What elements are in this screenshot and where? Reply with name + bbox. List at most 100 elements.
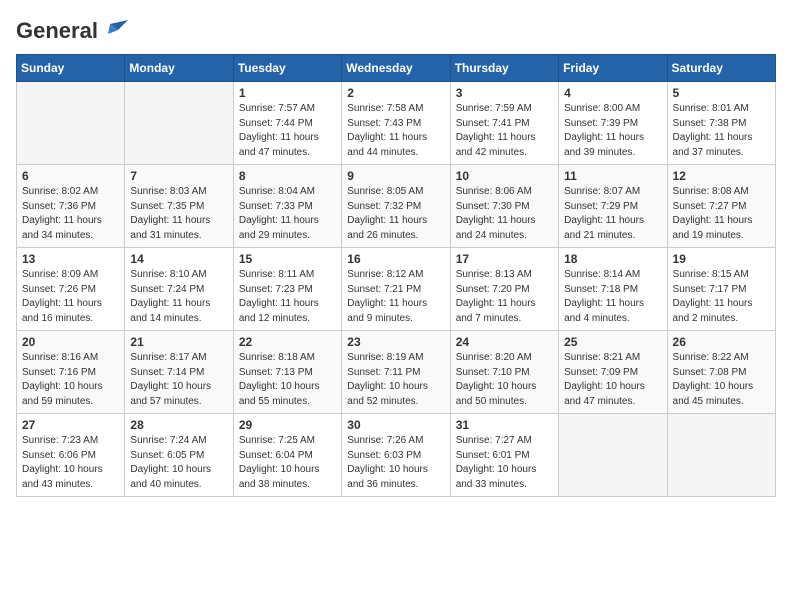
calendar-cell: 28 Sunrise: 7:24 AM Sunset: 6:05 PM Dayli… (125, 414, 233, 497)
day-info: Sunrise: 8:04 AM Sunset: 7:33 PM Dayligh… (239, 185, 336, 243)
column-header-saturday: Saturday (667, 55, 775, 82)
day-number: 20 (22, 335, 119, 349)
calendar-week-4: 20 Sunrise: 8:16 AM Sunset: 7:16 PM Dayli… (17, 331, 776, 414)
day-info: Sunrise: 7:23 AM Sunset: 6:06 PM Dayligh… (22, 434, 119, 492)
day-number: 15 (239, 252, 336, 266)
calendar-cell: 9 Sunrise: 8:05 AM Sunset: 7:32 PM Daylig… (342, 165, 450, 248)
day-number: 26 (673, 335, 770, 349)
day-info: Sunrise: 8:19 AM Sunset: 7:11 PM Dayligh… (347, 351, 444, 409)
calendar-cell: 20 Sunrise: 8:16 AM Sunset: 7:16 PM Dayli… (17, 331, 125, 414)
day-info: Sunrise: 8:02 AM Sunset: 7:36 PM Dayligh… (22, 185, 119, 243)
day-info: Sunrise: 8:06 AM Sunset: 7:30 PM Dayligh… (456, 185, 553, 243)
calendar-cell: 1Sunrise: 7:57 AM Sunset: 7:44 PM Daylig… (233, 82, 341, 165)
day-info: Sunrise: 8:07 AM Sunset: 7:29 PM Dayligh… (564, 185, 661, 243)
calendar-cell (125, 82, 233, 165)
calendar-cell: 3 Sunrise: 7:59 AM Sunset: 7:41 PM Daylig… (450, 82, 558, 165)
column-header-thursday: Thursday (450, 55, 558, 82)
calendar-cell: 12 Sunrise: 8:08 AM Sunset: 7:27 PM Dayli… (667, 165, 775, 248)
day-info: Sunrise: 8:08 AM Sunset: 7:27 PM Dayligh… (673, 185, 770, 243)
calendar-cell: 27 Sunrise: 7:23 AM Sunset: 6:06 PM Dayli… (17, 414, 125, 497)
calendar-cell: 23 Sunrise: 8:19 AM Sunset: 7:11 PM Dayli… (342, 331, 450, 414)
day-info: Sunrise: 7:58 AM Sunset: 7:43 PM Dayligh… (347, 102, 444, 160)
calendar-cell: 8 Sunrise: 8:04 AM Sunset: 7:33 PM Daylig… (233, 165, 341, 248)
column-header-friday: Friday (559, 55, 667, 82)
logo-general: General (16, 18, 98, 44)
day-number: 23 (347, 335, 444, 349)
day-number: 22 (239, 335, 336, 349)
day-number: 13 (22, 252, 119, 266)
calendar-cell: 30 Sunrise: 7:26 AM Sunset: 6:03 PM Dayli… (342, 414, 450, 497)
calendar-week-2: 6 Sunrise: 8:02 AM Sunset: 7:36 PM Daylig… (17, 165, 776, 248)
logo: General (16, 16, 130, 42)
calendar-cell: 6 Sunrise: 8:02 AM Sunset: 7:36 PM Daylig… (17, 165, 125, 248)
calendar-header-row: SundayMondayTuesdayWednesdayThursdayFrid… (17, 55, 776, 82)
column-header-tuesday: Tuesday (233, 55, 341, 82)
day-info: Sunrise: 8:00 AM Sunset: 7:39 PM Dayligh… (564, 102, 661, 160)
calendar-cell: 24Sunrise: 8:20 AM Sunset: 7:10 PM Dayli… (450, 331, 558, 414)
calendar-week-5: 27 Sunrise: 7:23 AM Sunset: 6:06 PM Dayli… (17, 414, 776, 497)
calendar-cell: 2 Sunrise: 7:58 AM Sunset: 7:43 PM Daylig… (342, 82, 450, 165)
day-number: 6 (22, 169, 119, 183)
calendar-cell (559, 414, 667, 497)
day-info: Sunrise: 8:21 AM Sunset: 7:09 PM Dayligh… (564, 351, 661, 409)
day-info: Sunrise: 7:59 AM Sunset: 7:41 PM Dayligh… (456, 102, 553, 160)
page-header: General (16, 16, 776, 42)
day-info: Sunrise: 7:57 AM Sunset: 7:44 PM Dayligh… (239, 102, 336, 160)
calendar-cell: 22 Sunrise: 8:18 AM Sunset: 7:13 PM Dayli… (233, 331, 341, 414)
day-number: 7 (130, 169, 227, 183)
calendar-cell: 26 Sunrise: 8:22 AM Sunset: 7:08 PM Dayli… (667, 331, 775, 414)
calendar-cell: 14 Sunrise: 8:10 AM Sunset: 7:24 PM Dayli… (125, 248, 233, 331)
day-info: Sunrise: 8:11 AM Sunset: 7:23 PM Dayligh… (239, 268, 336, 326)
day-number: 2 (347, 86, 444, 100)
day-number: 31 (456, 418, 553, 432)
day-info: Sunrise: 8:14 AM Sunset: 7:18 PM Dayligh… (564, 268, 661, 326)
day-number: 27 (22, 418, 119, 432)
calendar-cell: 18Sunrise: 8:14 AM Sunset: 7:18 PM Dayli… (559, 248, 667, 331)
day-number: 4 (564, 86, 661, 100)
day-info: Sunrise: 7:26 AM Sunset: 6:03 PM Dayligh… (347, 434, 444, 492)
day-info: Sunrise: 8:13 AM Sunset: 7:20 PM Dayligh… (456, 268, 553, 326)
day-info: Sunrise: 8:12 AM Sunset: 7:21 PM Dayligh… (347, 268, 444, 326)
day-number: 30 (347, 418, 444, 432)
day-number: 5 (673, 86, 770, 100)
day-info: Sunrise: 8:05 AM Sunset: 7:32 PM Dayligh… (347, 185, 444, 243)
logo-bird-icon (100, 16, 130, 46)
calendar-cell: 7 Sunrise: 8:03 AM Sunset: 7:35 PM Daylig… (125, 165, 233, 248)
day-number: 10 (456, 169, 553, 183)
calendar-cell: 15 Sunrise: 8:11 AM Sunset: 7:23 PM Dayli… (233, 248, 341, 331)
day-info: Sunrise: 8:03 AM Sunset: 7:35 PM Dayligh… (130, 185, 227, 243)
day-number: 14 (130, 252, 227, 266)
calendar-table: SundayMondayTuesdayWednesdayThursdayFrid… (16, 54, 776, 497)
calendar-cell: 11 Sunrise: 8:07 AM Sunset: 7:29 PM Dayli… (559, 165, 667, 248)
calendar-cell: 4 Sunrise: 8:00 AM Sunset: 7:39 PM Daylig… (559, 82, 667, 165)
calendar-cell: 13 Sunrise: 8:09 AM Sunset: 7:26 PM Dayli… (17, 248, 125, 331)
day-number: 11 (564, 169, 661, 183)
day-number: 17 (456, 252, 553, 266)
day-number: 9 (347, 169, 444, 183)
day-number: 24 (456, 335, 553, 349)
day-info: Sunrise: 8:17 AM Sunset: 7:14 PM Dayligh… (130, 351, 227, 409)
calendar-cell: 5Sunrise: 8:01 AM Sunset: 7:38 PM Daylig… (667, 82, 775, 165)
day-number: 3 (456, 86, 553, 100)
day-info: Sunrise: 8:09 AM Sunset: 7:26 PM Dayligh… (22, 268, 119, 326)
day-number: 12 (673, 169, 770, 183)
day-number: 21 (130, 335, 227, 349)
day-number: 8 (239, 169, 336, 183)
calendar-cell: 16 Sunrise: 8:12 AM Sunset: 7:21 PM Dayli… (342, 248, 450, 331)
calendar-cell: 29Sunrise: 7:25 AM Sunset: 6:04 PM Dayli… (233, 414, 341, 497)
column-header-wednesday: Wednesday (342, 55, 450, 82)
day-info: Sunrise: 7:24 AM Sunset: 6:05 PM Dayligh… (130, 434, 227, 492)
day-number: 25 (564, 335, 661, 349)
day-number: 16 (347, 252, 444, 266)
day-info: Sunrise: 8:15 AM Sunset: 7:17 PM Dayligh… (673, 268, 770, 326)
day-number: 28 (130, 418, 227, 432)
day-info: Sunrise: 8:10 AM Sunset: 7:24 PM Dayligh… (130, 268, 227, 326)
day-info: Sunrise: 8:22 AM Sunset: 7:08 PM Dayligh… (673, 351, 770, 409)
calendar-week-3: 13 Sunrise: 8:09 AM Sunset: 7:26 PM Dayli… (17, 248, 776, 331)
calendar-cell: 17 Sunrise: 8:13 AM Sunset: 7:20 PM Dayli… (450, 248, 558, 331)
day-info: Sunrise: 8:18 AM Sunset: 7:13 PM Dayligh… (239, 351, 336, 409)
calendar-cell: 31 Sunrise: 7:27 AM Sunset: 6:01 PM Dayli… (450, 414, 558, 497)
calendar-week-1: 1Sunrise: 7:57 AM Sunset: 7:44 PM Daylig… (17, 82, 776, 165)
day-info: Sunrise: 8:16 AM Sunset: 7:16 PM Dayligh… (22, 351, 119, 409)
day-info: Sunrise: 7:27 AM Sunset: 6:01 PM Dayligh… (456, 434, 553, 492)
